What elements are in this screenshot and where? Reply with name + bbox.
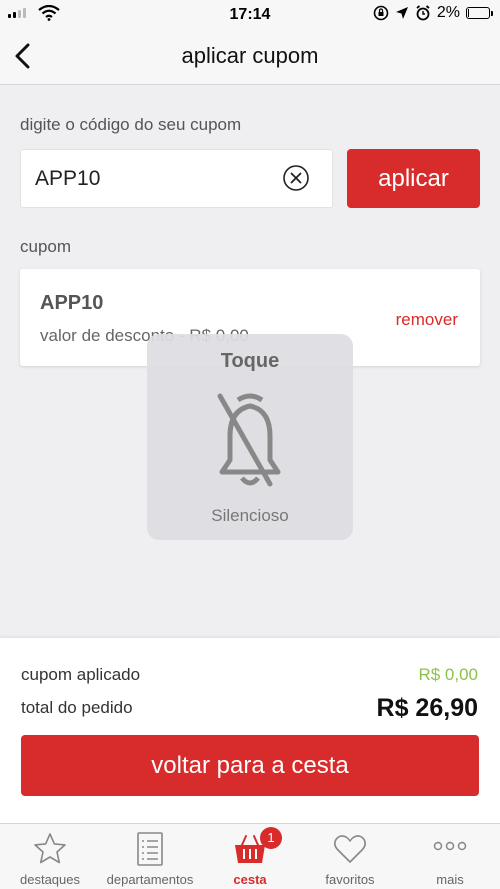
coupon-input-label: digite o código do seu cupom	[20, 115, 242, 134]
order-total-value: R$ 26,90	[376, 694, 478, 722]
status-bar: 17:14 2%	[0, 0, 500, 28]
hud-caption: Silencioso	[211, 506, 289, 525]
bell-slash-icon	[217, 393, 281, 487]
battery-level	[468, 9, 469, 17]
coupon-code-input[interactable]	[35, 150, 285, 207]
nav-bar: aplicar cupom	[0, 28, 500, 85]
star-icon	[34, 833, 66, 864]
remove-coupon-link[interactable]: remover	[396, 310, 458, 330]
battery-icon	[466, 7, 493, 19]
status-right: 2%	[373, 4, 493, 22]
silent-mode-overlay: Toque Silencioso	[147, 334, 353, 540]
back-to-cart-button[interactable]: voltar para a cesta	[21, 735, 479, 796]
tab-label: destaques	[20, 872, 80, 887]
page-title: aplicar cupom	[181, 43, 319, 68]
list-icon	[137, 832, 163, 866]
alarm-icon	[416, 5, 430, 21]
applied-coupon-label: cupom aplicado	[21, 665, 141, 684]
tab-mais[interactable]: mais	[400, 824, 500, 889]
coupon-input-container	[20, 149, 333, 208]
apply-coupon-button[interactable]: aplicar	[347, 149, 480, 208]
tab-cesta[interactable]: 1 cesta	[200, 824, 300, 889]
more-icon	[433, 841, 467, 851]
cart-count-badge: 1	[260, 827, 282, 849]
tab-label: cesta	[233, 872, 267, 887]
tab-label: mais	[436, 872, 464, 887]
tab-label: favoritos	[325, 872, 375, 887]
tab-bar: destaques departamentos 1 cesta favorito…	[0, 823, 500, 889]
coupon-section-label: cupom	[20, 237, 72, 256]
tab-favoritos[interactable]: favoritos	[300, 824, 400, 889]
screen-lock-icon	[373, 5, 389, 21]
tab-destaques[interactable]: destaques	[0, 824, 100, 889]
hud-title: Toque	[220, 350, 280, 372]
heart-icon	[334, 835, 366, 863]
order-total-label: total do pedido	[21, 698, 133, 717]
applied-coupon-code: APP10	[40, 292, 104, 314]
location-icon	[395, 7, 408, 19]
tab-departamentos[interactable]: departamentos	[100, 824, 200, 889]
clear-input-button[interactable]	[282, 164, 310, 192]
order-summary: cupom aplicado R$ 0,00 total do pedido R…	[0, 638, 500, 823]
clear-circle-icon	[283, 165, 309, 191]
battery-percent: 2%	[436, 4, 460, 21]
applied-coupon-value: R$ 0,00	[418, 665, 478, 684]
tab-label: departamentos	[106, 872, 194, 887]
